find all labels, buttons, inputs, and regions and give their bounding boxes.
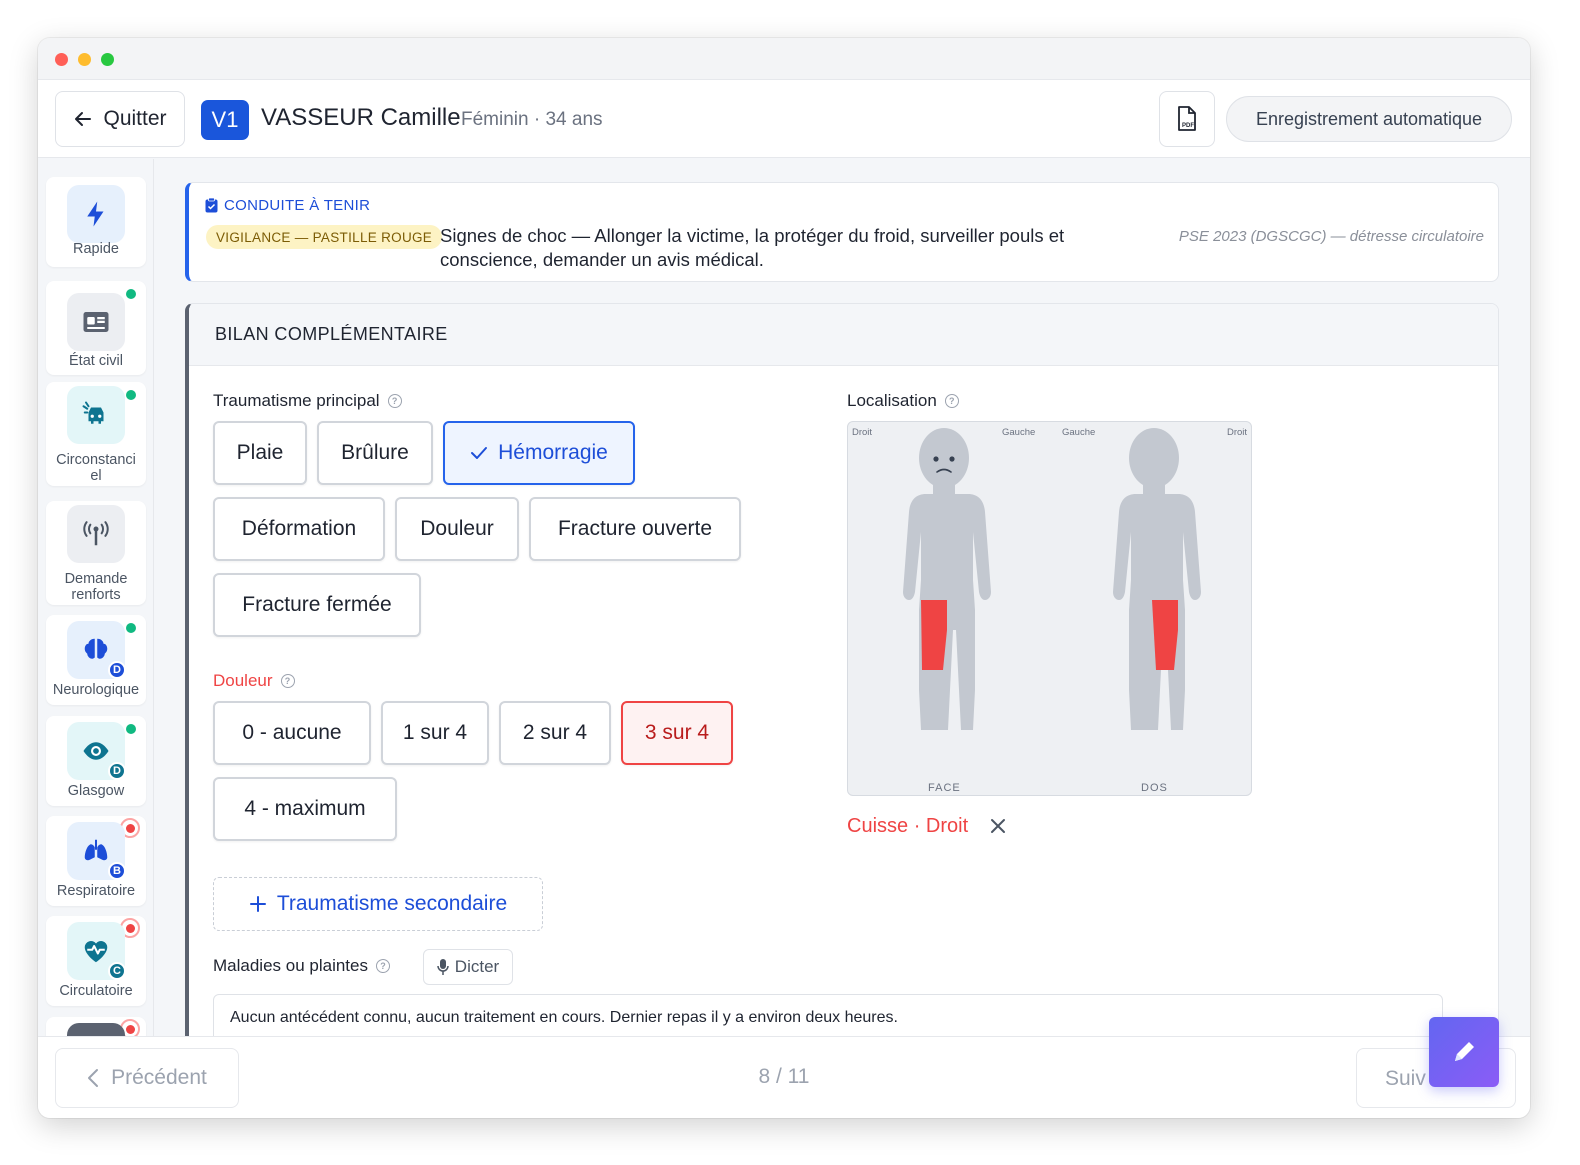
help-icon[interactable]: ? [944, 394, 959, 408]
app-window: Quitter V1 VASSEUR Camille Féminin · 34 … [38, 38, 1530, 1118]
svg-text:PDF: PDF [1182, 123, 1194, 129]
priority-badge-c: C [108, 962, 126, 980]
header: Quitter V1 VASSEUR Camille Féminin · 34 … [38, 80, 1530, 158]
complaints-field-label: Maladies ou plaintes ? [213, 956, 390, 976]
arrow-left-icon [75, 112, 92, 126]
sidebar-nav: Rapide État civil Circonstanci el Demande… [38, 159, 154, 1037]
patient-avatar: V1 [201, 100, 249, 140]
sidebar-item-circulatoire[interactable]: C Circulatoire [46, 916, 146, 1006]
body-map[interactable]: Droit Gauche Gauche Droit FACE DOS [847, 421, 1252, 796]
sidebar-item-label: Rapide [73, 241, 119, 257]
status-done-dot [126, 390, 136, 400]
remove-location-button[interactable] [984, 812, 1012, 840]
pain-field-label: Douleur ? [213, 671, 295, 691]
lightning-icon [67, 185, 125, 243]
sidebar-item-label: Circonstanci el [56, 452, 136, 484]
radio-tower-icon [67, 505, 125, 563]
trauma-option-fracture-ouverte[interactable]: Fracture ouverte [529, 497, 741, 561]
footer-navigation: Précédent 8 / 11 Suiv [38, 1036, 1530, 1118]
alert-source: PSE 2023 (DGSCGC) — détresse circulatoir… [1178, 228, 1484, 245]
sidebar-item-rapide[interactable]: Rapide [46, 177, 146, 267]
sidebar-item-glasgow[interactable]: D Glasgow [46, 716, 146, 806]
quit-label: Quitter [103, 107, 167, 130]
pain-option-1[interactable]: 1 sur 4 [381, 701, 489, 765]
status-done-dot [126, 289, 136, 299]
sidebar-item-label: Glasgow [67, 783, 125, 799]
status-done-dot [126, 623, 136, 633]
microphone-icon [437, 959, 449, 975]
sidebar-item-label: Circulatoire [59, 983, 133, 999]
maximize-window-button[interactable] [101, 53, 114, 66]
sidebar-item-label: Respiratoire [56, 883, 136, 899]
pdf-export-button[interactable]: PDF [1159, 91, 1215, 147]
plus-icon [249, 896, 266, 912]
back-right-thigh-region[interactable] [1152, 600, 1178, 670]
patient-name: VASSEUR Camille [261, 104, 461, 131]
back-view-label: DOS [1141, 782, 1168, 794]
priority-badge-d: D [108, 661, 126, 679]
front-right-thigh-region[interactable] [921, 600, 947, 670]
minimize-window-button[interactable] [78, 53, 91, 66]
close-icon [991, 819, 1006, 833]
trauma-option-plaie[interactable]: Plaie [213, 421, 307, 485]
front-view-label: FACE [928, 782, 961, 794]
sidebar-item-label: Neurologique [52, 682, 140, 698]
sidebar-item-next[interactable] [46, 1017, 146, 1037]
add-secondary-trauma-button[interactable]: Traumatisme secondaire [213, 877, 543, 931]
trauma-option-deformation[interactable]: Déformation [213, 497, 385, 561]
quit-button[interactable]: Quitter [55, 91, 185, 147]
body-figures [903, 428, 1201, 730]
priority-badge-d: D [108, 762, 126, 780]
location-result-text: Cuisse · Droit [847, 814, 969, 837]
help-icon[interactable]: ? [280, 674, 295, 688]
alert-title: CONDUITE À TENIR [205, 197, 370, 214]
priority-badge-b: B [108, 862, 126, 880]
help-icon[interactable]: ? [375, 959, 390, 973]
location-result: Cuisse · Droit [847, 812, 1012, 840]
bilan-header: BILAN COMPLÉMENTAIRE [189, 304, 1498, 366]
dictate-button[interactable]: Dicter [423, 949, 513, 985]
help-icon[interactable]: ? [387, 394, 402, 408]
pain-option-4[interactable]: 4 - maximum [213, 777, 397, 841]
trauma-option-hemorragie[interactable]: Hémorragie [443, 421, 635, 485]
pain-option-3[interactable]: 3 sur 4 [621, 701, 733, 765]
autosave-status-button[interactable]: Enregistrement automatique [1226, 96, 1512, 142]
body-front-figure[interactable] [903, 428, 991, 730]
conduct-alert-card: CONDUITE À TENIR VIGILANCE — PASTILLE RO… [185, 182, 1499, 282]
sidebar-item-circonstanciel[interactable]: Circonstanci el [46, 382, 146, 486]
title-bar [38, 38, 1530, 80]
alert-text: Signes de choc — Allonger la victime, la… [440, 225, 1065, 270]
trauma-option-douleur[interactable]: Douleur [395, 497, 519, 561]
sidebar-item-neurologique[interactable]: D Neurologique [46, 615, 146, 705]
bilan-complementaire-card: BILAN COMPLÉMENTAIRE Traumatisme princip… [185, 303, 1499, 1063]
car-crash-icon [67, 386, 125, 444]
vigilance-tag: VIGILANCE — PASTILLE ROUGE [206, 225, 443, 249]
sidebar-item-label: État civil [69, 353, 123, 369]
bilan-title: BILAN COMPLÉMENTAIRE [215, 324, 448, 344]
section-icon [67, 1023, 125, 1037]
close-window-button[interactable] [55, 53, 68, 66]
sidebar-item-label: Demande renforts [64, 571, 128, 603]
trauma-option-fracture-fermee[interactable]: Fracture fermée [213, 573, 421, 637]
pain-option-2[interactable]: 2 sur 4 [499, 701, 611, 765]
body-back-figure[interactable] [1113, 428, 1201, 730]
sidebar-item-etat-civil[interactable]: État civil [46, 281, 146, 375]
trauma-option-brulure[interactable]: Brûlure [317, 421, 433, 485]
status-done-dot [126, 724, 136, 734]
check-icon [471, 447, 488, 459]
page-indicator: 8 / 11 [758, 1065, 810, 1088]
edit-fab-button[interactable] [1429, 1017, 1499, 1087]
id-card-icon [67, 293, 125, 351]
pain-option-0[interactable]: 0 - aucune [213, 701, 371, 765]
sidebar-item-demande-renforts[interactable]: Demande renforts [46, 501, 146, 605]
localisation-field-label: Localisation ? [847, 391, 959, 411]
sidebar-item-respiratoire[interactable]: B Respiratoire [46, 816, 146, 906]
clipboard-check-icon [205, 198, 218, 213]
patient-meta: Féminin · 34 ans [461, 109, 603, 130]
pencil-icon [1455, 1042, 1474, 1061]
pdf-file-icon: PDF [1178, 106, 1196, 131]
trauma-field-label: Traumatisme principal ? [213, 391, 402, 411]
